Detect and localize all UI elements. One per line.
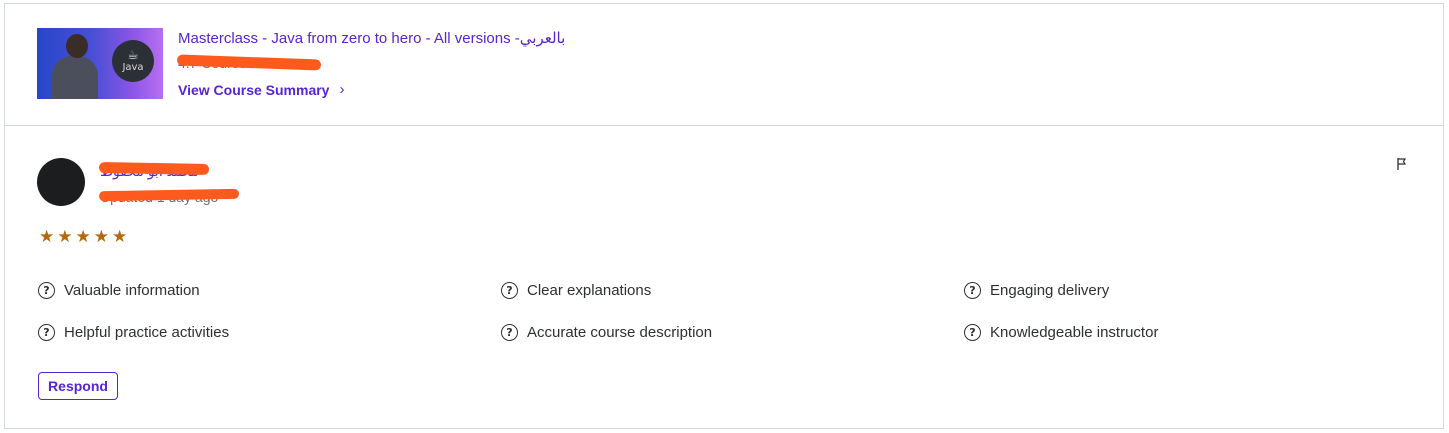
star-icon: ★ xyxy=(75,227,91,247)
view-course-summary-link[interactable]: View Course Summary › xyxy=(178,81,344,98)
feedback-tag[interactable]: ? Knowledgeable instructor xyxy=(964,323,1427,341)
view-course-summary-label: View Course Summary xyxy=(178,81,330,98)
feedback-tag[interactable]: ? Valuable information xyxy=(38,281,501,299)
avatar xyxy=(37,158,85,206)
star-icon: ★ xyxy=(112,227,128,247)
java-logo-label: Java xyxy=(122,62,144,73)
flag-icon[interactable] xyxy=(1395,157,1409,171)
feedback-tag[interactable]: ? Accurate course description xyxy=(501,323,964,341)
course-title-link[interactable]: Masterclass - Java from zero to hero - A… xyxy=(178,29,565,47)
question-circle-icon: ? xyxy=(501,281,518,299)
review-card: ☕ Java Masterclass - Java from zero to h… xyxy=(4,3,1444,429)
star-rating: ★ ★ ★ ★ ★ xyxy=(39,228,127,246)
question-circle-icon: ? xyxy=(38,323,55,341)
chevron-right-icon: › xyxy=(339,81,345,98)
course-header: ☕ Java Masterclass - Java from zero to h… xyxy=(5,4,1443,126)
feedback-tag-label: Knowledgeable instructor xyxy=(990,323,1159,341)
course-thumbnail[interactable]: ☕ Java xyxy=(37,28,163,99)
question-circle-icon: ? xyxy=(38,281,55,299)
instructor-photo-head xyxy=(66,34,88,58)
feedback-tags: ? Valuable information ? Clear explanati… xyxy=(38,281,1428,341)
feedback-tag-label: Clear explanations xyxy=(527,281,652,299)
feedback-tag-label: Engaging delivery xyxy=(990,281,1110,299)
respond-button[interactable]: Respond xyxy=(38,372,118,400)
feedback-tag[interactable]: ? Helpful practice activities xyxy=(38,323,501,341)
star-icon: ★ xyxy=(93,227,109,247)
feedback-tag-label: Accurate course description xyxy=(527,323,713,341)
star-icon: ★ xyxy=(39,227,55,247)
coffee-cup-icon: ☕ xyxy=(127,48,139,63)
question-circle-icon: ? xyxy=(501,323,518,341)
review-body: محمد ابو محفوظ Updated 1 day ago ★ ★ ★ ★… xyxy=(5,127,1443,429)
feedback-tag-label: Valuable information xyxy=(64,281,200,299)
feedback-tag[interactable]: ? Engaging delivery xyxy=(964,281,1427,299)
feedback-tag[interactable]: ? Clear explanations xyxy=(501,281,964,299)
question-circle-icon: ? xyxy=(964,281,981,299)
instructor-photo-body xyxy=(52,56,98,99)
feedback-tag-label: Helpful practice activities xyxy=(64,323,230,341)
java-logo-icon: ☕ Java xyxy=(112,40,154,82)
question-circle-icon: ? xyxy=(964,323,981,341)
star-icon: ★ xyxy=(57,227,73,247)
redaction-mark xyxy=(98,162,210,175)
